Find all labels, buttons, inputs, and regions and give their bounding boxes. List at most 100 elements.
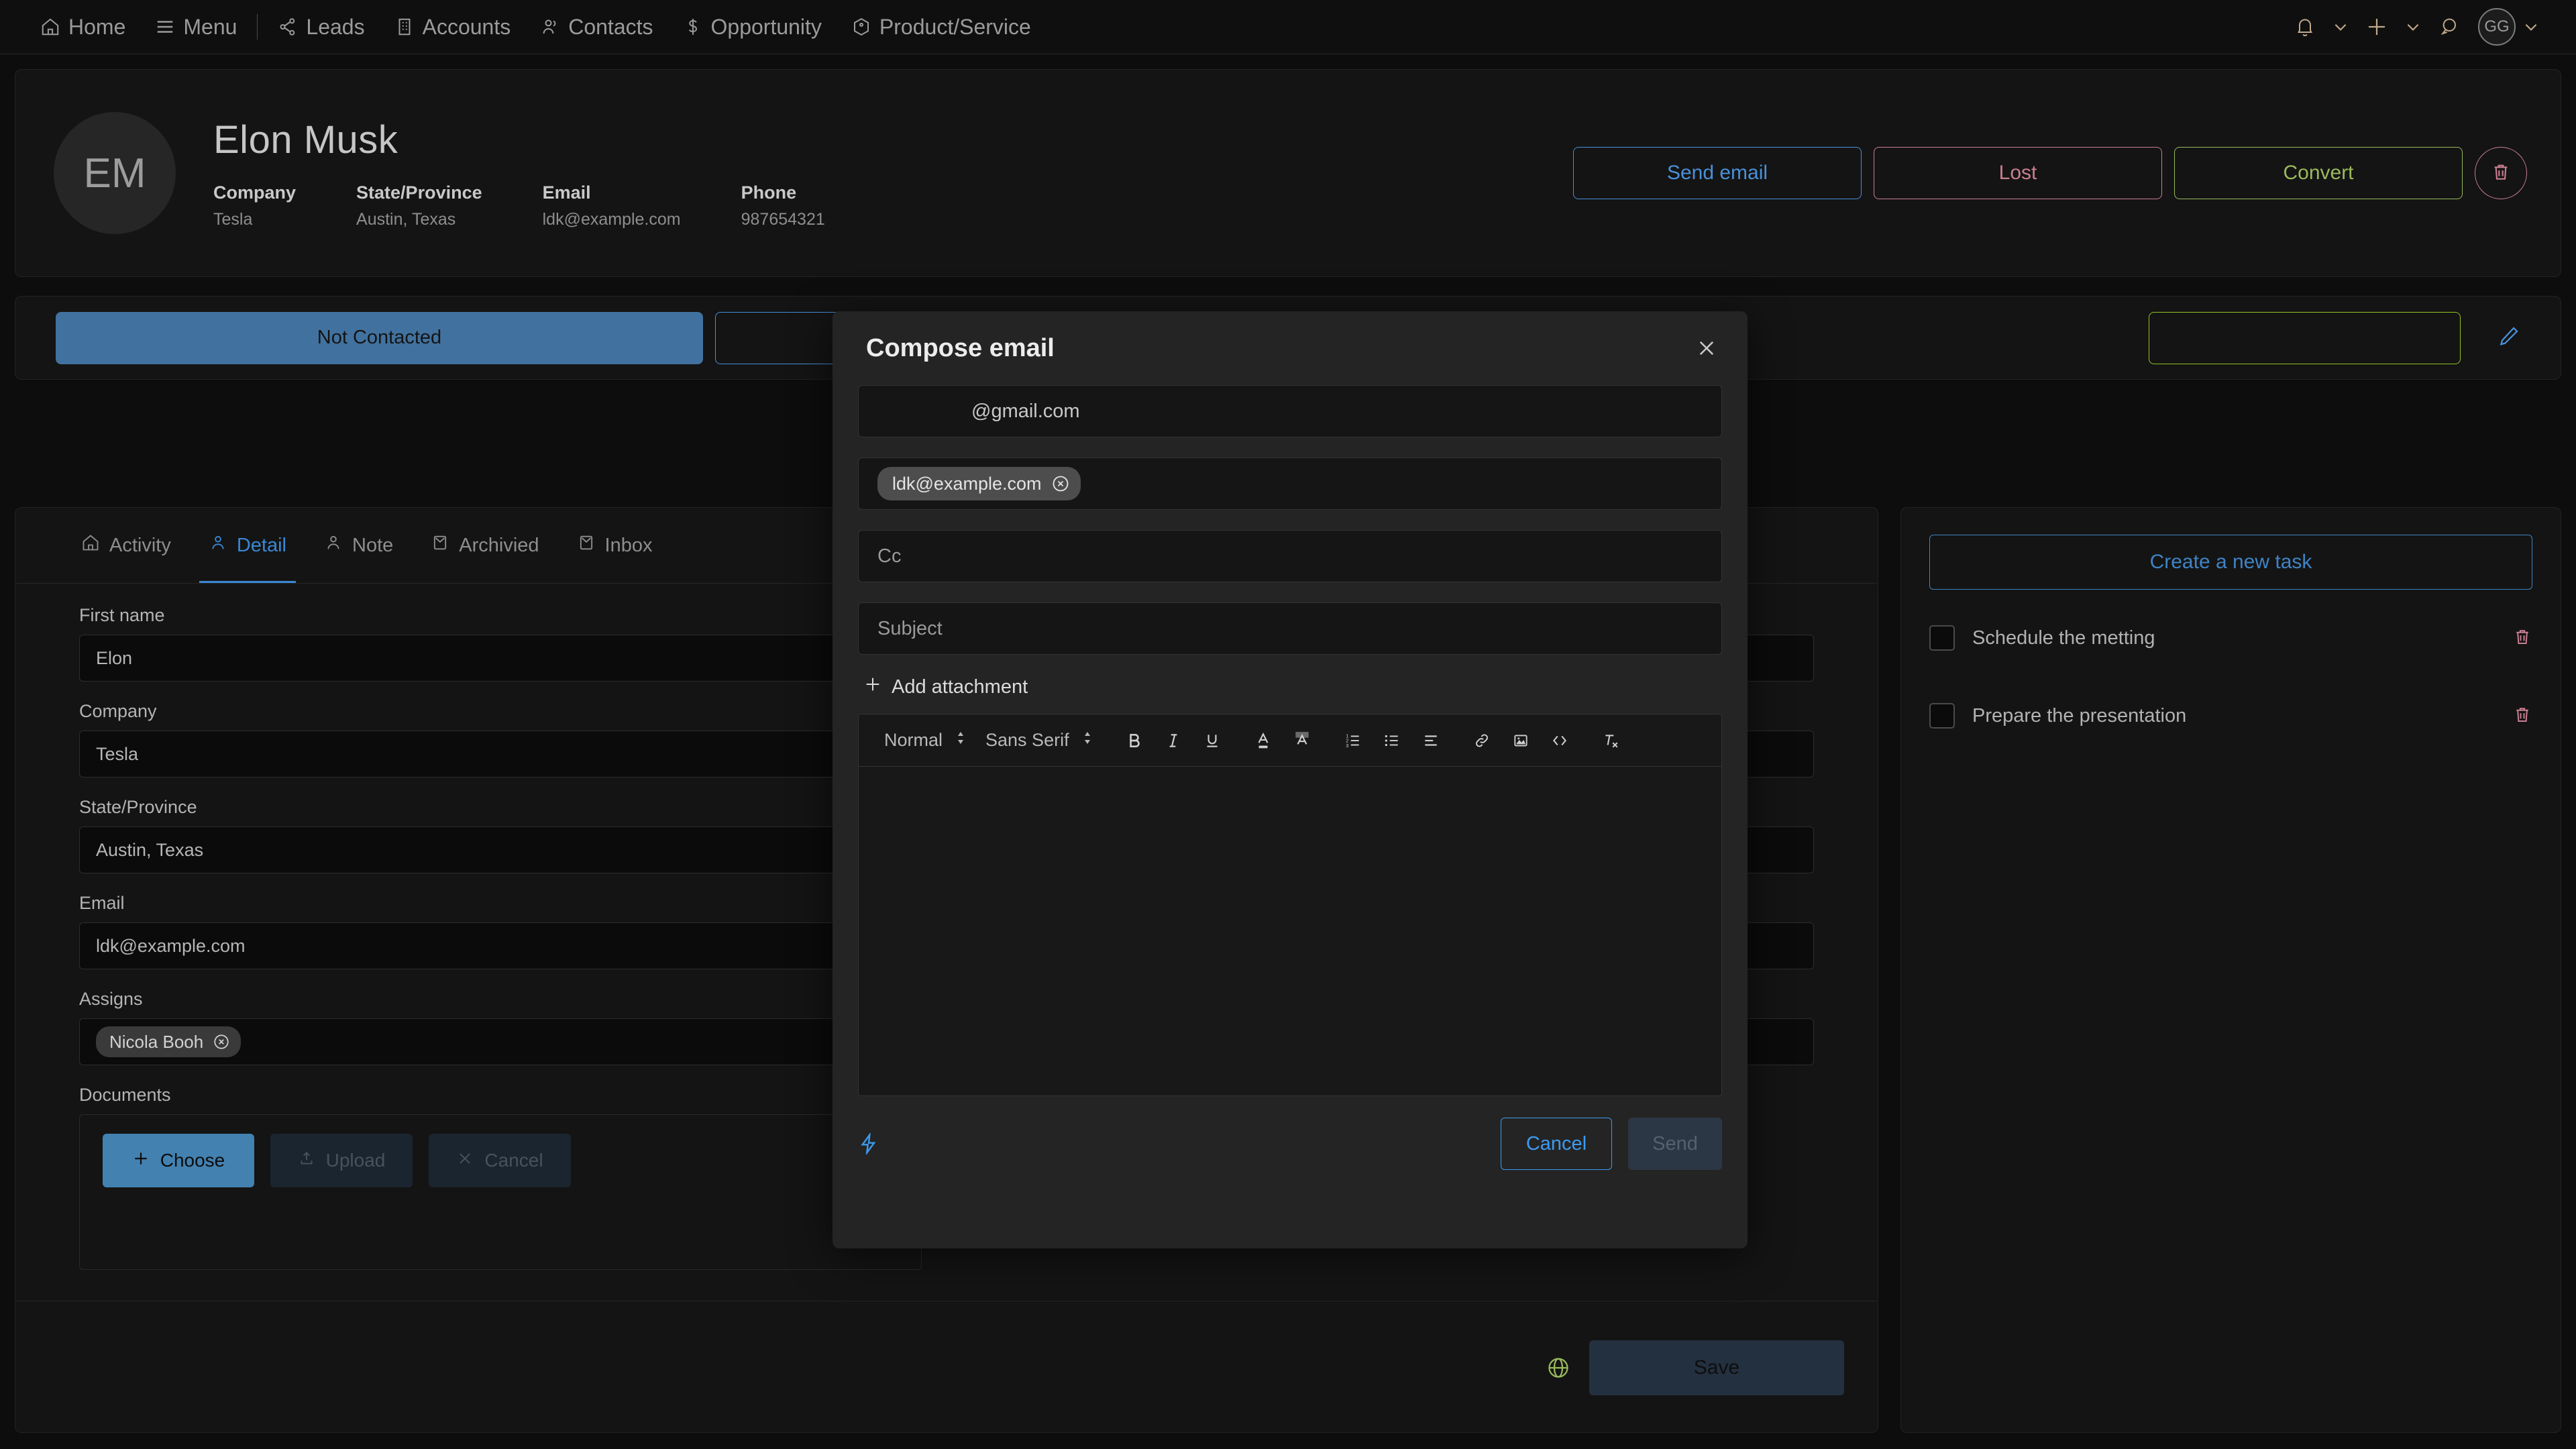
nav-item-opportunity[interactable]: Opportunity	[668, 15, 837, 40]
company-input[interactable]: Tesla	[79, 731, 922, 777]
trash-icon	[2512, 704, 2532, 728]
from-address-input[interactable]: @gmail.com	[858, 385, 1722, 437]
create-new-task-button[interactable]: Create a new task	[1929, 535, 2532, 590]
globe-icon[interactable]	[1546, 1356, 1570, 1380]
image-icon[interactable]	[1501, 732, 1540, 749]
first-name-input[interactable]: Elon	[79, 635, 922, 682]
lost-button[interactable]: Lost	[1874, 147, 2162, 199]
choose-file-button[interactable]: Choose	[103, 1134, 254, 1187]
bold-icon[interactable]	[1115, 732, 1154, 749]
building-icon	[394, 17, 415, 37]
to-recipients-input[interactable]: ldk@example.com	[858, 458, 1722, 510]
nav-item-accounts[interactable]: Accounts	[380, 15, 526, 40]
nav-item-leads[interactable]: Leads	[263, 15, 379, 40]
share-nodes-icon	[278, 17, 298, 37]
trash-icon	[2490, 161, 2512, 186]
stage-not-contacted[interactable]: Not Contacted	[56, 311, 703, 364]
tab-archivied-label: Archivied	[459, 534, 539, 556]
plus-icon[interactable]	[2356, 15, 2398, 38]
nav-item-product-service-label: Product/Service	[879, 14, 1031, 39]
summary-label: Company	[213, 182, 297, 203]
record-avatar: EM	[54, 112, 176, 234]
add-attachment-label: Add attachment	[892, 676, 1028, 698]
user-icon	[209, 533, 227, 557]
nav-item-menu[interactable]: Menu	[140, 15, 252, 40]
delete-record-button[interactable]	[2475, 147, 2527, 199]
record-avatar-initials: EM	[83, 150, 146, 197]
summary-label: State/Province	[356, 182, 482, 203]
save-button[interactable]: Save	[1589, 1340, 1844, 1395]
ordered-list-icon[interactable]: 123	[1334, 732, 1373, 749]
close-icon	[456, 1150, 474, 1172]
email-input[interactable]: ldk@example.com	[79, 922, 922, 969]
bell-icon[interactable]	[2285, 16, 2325, 38]
avatar-initials: GG	[2484, 17, 2510, 36]
editor-toolbar: Normal Sans Serif 1 2 3	[859, 714, 1721, 767]
nav-item-home[interactable]: Home	[25, 15, 140, 40]
bullet-list-icon[interactable]	[1373, 732, 1411, 749]
documents-dropzone[interactable]: Choose Upload Cancel	[79, 1114, 922, 1270]
nav-item-contacts[interactable]: Contacts	[525, 15, 667, 40]
circle-x-icon[interactable]	[213, 1033, 230, 1051]
cc-input[interactable]: Cc	[858, 530, 1722, 582]
cancel-upload-button[interactable]: Cancel	[429, 1134, 571, 1187]
task-checkbox[interactable]	[1929, 625, 1955, 651]
font-select[interactable]: Sans Serif	[976, 730, 1103, 751]
send-button[interactable]: Send	[1628, 1118, 1722, 1170]
task-checkbox[interactable]	[1929, 703, 1955, 729]
rich-text-editor: Normal Sans Serif 1 2 3	[858, 714, 1722, 1096]
subject-input[interactable]: Subject	[858, 602, 1722, 655]
font-color-icon[interactable]	[1244, 731, 1283, 750]
cancel-button[interactable]: Cancel	[1501, 1118, 1612, 1170]
assigns-input[interactable]: Nicola Booh	[79, 1018, 922, 1065]
highlight-icon[interactable]	[1283, 731, 1322, 750]
nav-item-opportunity-label: Opportunity	[710, 14, 822, 39]
underline-icon[interactable]	[1193, 732, 1232, 749]
circle-x-icon[interactable]	[1051, 474, 1070, 493]
notifications-chevron-down-icon[interactable]	[2325, 18, 2356, 36]
nav-divider	[257, 14, 258, 40]
record-identity: Elon Musk Company Tesla State/Province A…	[213, 117, 885, 229]
assign-chip-label: Nicola Booh	[109, 1031, 204, 1052]
stage-last[interactable]	[2149, 311, 2461, 364]
state-province-input[interactable]: Austin, Texas	[79, 826, 922, 873]
convert-button[interactable]: Convert	[2174, 147, 2463, 199]
heading-select[interactable]: Normal	[875, 730, 976, 751]
edit-pipeline-button[interactable]	[2498, 325, 2520, 351]
upload-label: Upload	[325, 1150, 386, 1171]
add-chevron-down-icon[interactable]	[2398, 18, 2428, 36]
chat-icon[interactable]	[2428, 16, 2469, 38]
envelope-icon	[431, 533, 449, 557]
tab-activity[interactable]: Activity	[62, 508, 190, 583]
upload-button[interactable]: Upload	[270, 1134, 413, 1187]
modal-body: @gmail.com ldk@example.com Cc Subject Ad…	[833, 385, 1748, 1096]
compose-email-modal: Compose email @gmail.com ldk@example.com…	[833, 311, 1748, 1248]
code-icon[interactable]	[1540, 732, 1579, 749]
record-header-actions: Send email Lost Convert	[1573, 147, 2561, 199]
send-email-button[interactable]: Send email	[1573, 147, 1862, 199]
tab-inbox[interactable]: Inbox	[558, 508, 672, 583]
profile-chevron-down-icon[interactable]	[2516, 18, 2546, 36]
avatar[interactable]: GG	[2478, 8, 2516, 46]
email-body-input[interactable]	[859, 767, 1721, 1095]
delete-task-button[interactable]	[2512, 627, 2532, 650]
clear-format-icon[interactable]	[1591, 732, 1630, 749]
link-icon[interactable]	[1462, 732, 1501, 749]
tab-detail[interactable]: Detail	[190, 508, 305, 583]
summary-label: Email	[542, 182, 591, 203]
close-icon[interactable]	[1695, 337, 1718, 360]
user-icon	[324, 533, 343, 557]
tab-archivied[interactable]: Archivied	[412, 508, 557, 583]
add-attachment-button[interactable]: Add attachment	[863, 675, 1722, 699]
field-assigns-label: Assigns	[79, 989, 143, 1009]
record-summary-fields: Company Tesla State/Province Austin, Tex…	[213, 182, 885, 229]
nav-item-product-service[interactable]: Product/Service	[837, 15, 1046, 40]
italic-icon[interactable]	[1154, 732, 1193, 749]
plus-icon	[863, 675, 882, 699]
bolt-icon[interactable]	[858, 1133, 879, 1155]
task-label: Schedule the metting	[1972, 627, 2155, 649]
align-icon[interactable]	[1411, 732, 1450, 749]
tab-note[interactable]: Note	[305, 508, 412, 583]
task-row: Prepare the presentation	[1929, 686, 2532, 745]
delete-task-button[interactable]	[2512, 704, 2532, 728]
